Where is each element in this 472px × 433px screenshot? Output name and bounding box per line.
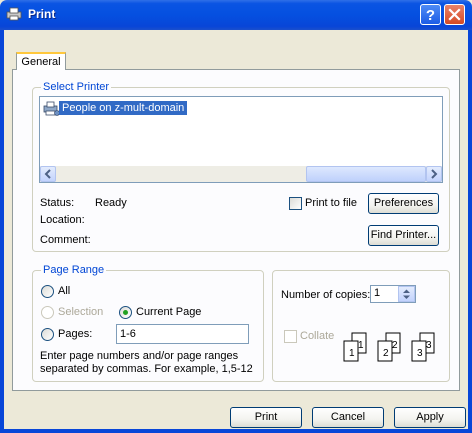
printer-name: People on z-mult-domain (59, 101, 188, 115)
status-value: Ready (95, 197, 127, 209)
pages-input[interactable]: 1-6 (116, 324, 249, 344)
page-range-pages-label[interactable]: Pages: (58, 328, 92, 340)
collate-checkbox[interactable] (284, 330, 297, 343)
tab-general[interactable]: General (16, 52, 66, 70)
page-range-selection-label[interactable]: Selection (58, 306, 103, 318)
printer-list[interactable]: People on z-mult-domain (39, 96, 443, 183)
page-range-legend: Page Range (41, 264, 107, 276)
close-icon (448, 8, 461, 21)
collate-illustration: 1 1 2 2 3 3 (343, 332, 435, 362)
collate-page-3a: 3 (417, 348, 423, 359)
printer-app-icon (6, 7, 22, 21)
apply-button[interactable]: Apply (394, 407, 466, 428)
window-title: Print (28, 7, 56, 21)
collate-page-1a: 1 (349, 348, 355, 359)
scroll-right-button[interactable] (426, 166, 442, 182)
printer-list-scrollbar[interactable] (40, 166, 442, 182)
chevron-left-icon (44, 169, 51, 179)
chevron-right-icon (431, 169, 438, 179)
print-button[interactable]: Print (230, 407, 302, 428)
select-printer-legend: Select Printer (41, 81, 112, 93)
collate-page-1b: 1 (358, 340, 364, 351)
page-range-current-page-radio[interactable] (119, 306, 132, 319)
collate-page-2b: 2 (392, 340, 398, 351)
number-of-copies-label: Number of copies: (281, 289, 371, 301)
comment-label: Comment: (40, 234, 91, 246)
page-range-all-label[interactable]: All (58, 285, 70, 297)
page-range-current-page-label[interactable]: Current Page (136, 306, 201, 318)
spinner-arrows-icon (403, 289, 410, 299)
location-label: Location: (40, 214, 85, 226)
print-to-file-checkbox[interactable] (289, 197, 302, 210)
page-range-help-text: Enter page numbers and/or page ranges se… (40, 350, 253, 375)
page-range-pages-radio[interactable] (41, 328, 54, 341)
copies-group (272, 270, 450, 382)
print-to-file-label[interactable]: Print to file (305, 197, 357, 209)
close-button[interactable] (444, 4, 465, 25)
collate-page-2a: 2 (383, 348, 389, 359)
scroll-thumb[interactable] (306, 166, 426, 182)
collate-page-3b: 3 (426, 340, 432, 351)
cancel-button[interactable]: Cancel (312, 407, 384, 428)
copies-spinner[interactable] (398, 286, 415, 302)
page-range-all-radio[interactable] (41, 285, 54, 298)
scroll-left-button[interactable] (40, 166, 56, 182)
question-icon: ? (426, 7, 435, 24)
preferences-button[interactable]: Preferences (368, 193, 439, 214)
title-bar[interactable]: Print ? (0, 0, 472, 30)
collate-label[interactable]: Collate (300, 330, 334, 342)
status-label: Status: (40, 197, 75, 209)
find-printer-button[interactable]: Find Printer... (368, 225, 439, 246)
help-button[interactable]: ? (420, 4, 441, 25)
svg-text:?: ? (426, 7, 435, 24)
page-range-selection-radio[interactable] (41, 306, 54, 319)
